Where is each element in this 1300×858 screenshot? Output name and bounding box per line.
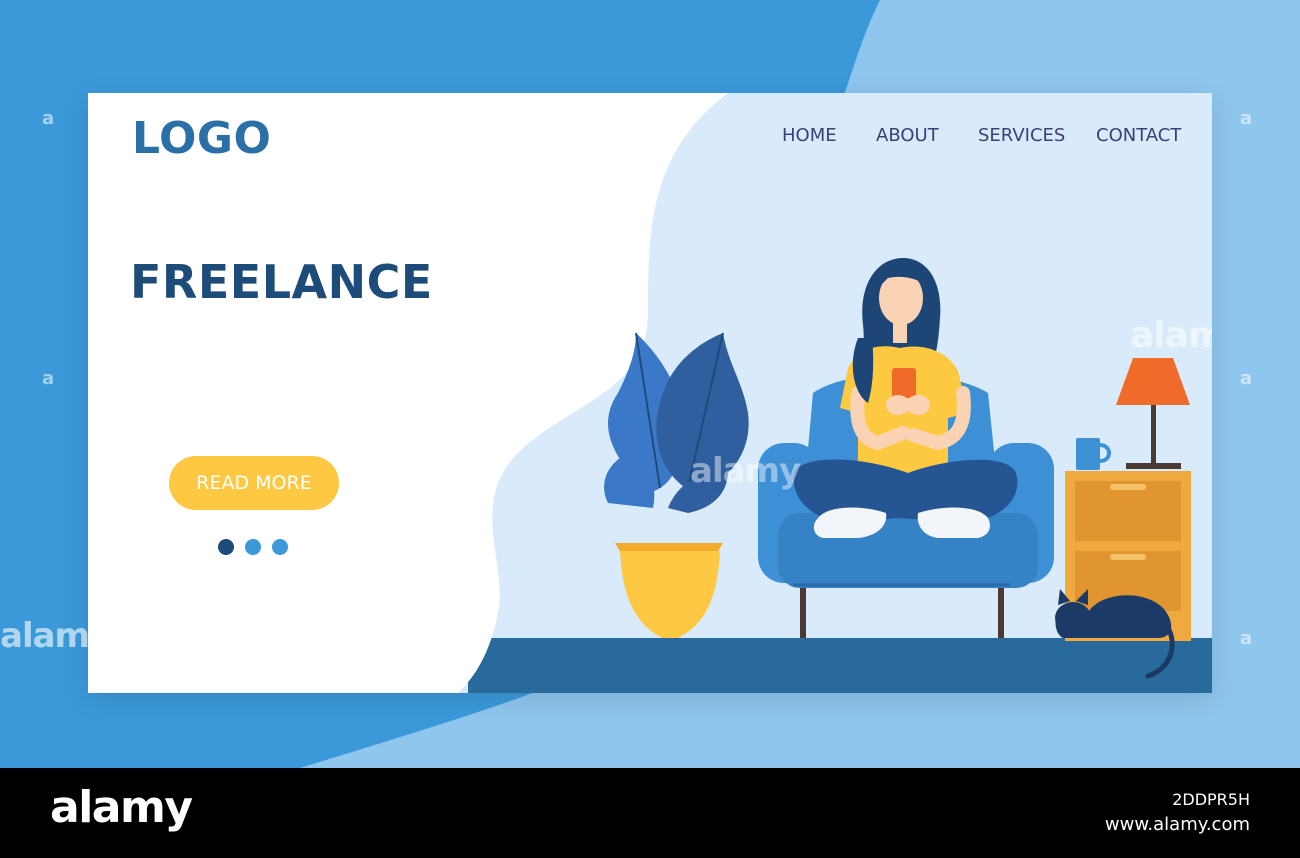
footer-watermark-logo: alamy (50, 782, 193, 833)
carousel-dot-active[interactable] (218, 539, 234, 555)
hero-title: FREELANCE (130, 255, 433, 309)
nav-services-link[interactable]: SERVICES (978, 125, 1065, 146)
landing-card: LOGO HOME ABOUT SERVICES CONTACT FREELAN… (88, 93, 1212, 693)
read-more-button[interactable]: READ MORE (169, 456, 339, 510)
nav-home-link[interactable]: HOME (782, 125, 837, 146)
cat-illustration (1055, 589, 1175, 679)
watermark-footer-bar (0, 768, 1300, 858)
site-logo[interactable]: LOGO (132, 113, 271, 164)
lamp-illustration (1116, 358, 1190, 469)
phone-icon (892, 368, 916, 398)
carousel-dot[interactable] (272, 539, 288, 555)
watermark: alamy (0, 616, 111, 656)
watermark-letter: a (1240, 628, 1253, 649)
footer-url-text: www.alamy.com (1104, 814, 1250, 835)
nav-contact-link[interactable]: CONTACT (1096, 125, 1181, 146)
mug-icon (1076, 438, 1111, 470)
watermark-letter: a (1240, 368, 1253, 389)
image-id-text: 2DDPR5H (1172, 790, 1250, 809)
watermark-letter: a (42, 368, 55, 389)
nav-about-link[interactable]: ABOUT (876, 125, 939, 146)
watermark: alamy (690, 451, 801, 491)
watermark: alamy (1130, 315, 1212, 356)
watermark-letter: a (42, 108, 55, 129)
watermark-letter: a (1240, 108, 1253, 129)
room-illustration (604, 258, 1191, 679)
carousel-dot[interactable] (245, 539, 261, 555)
